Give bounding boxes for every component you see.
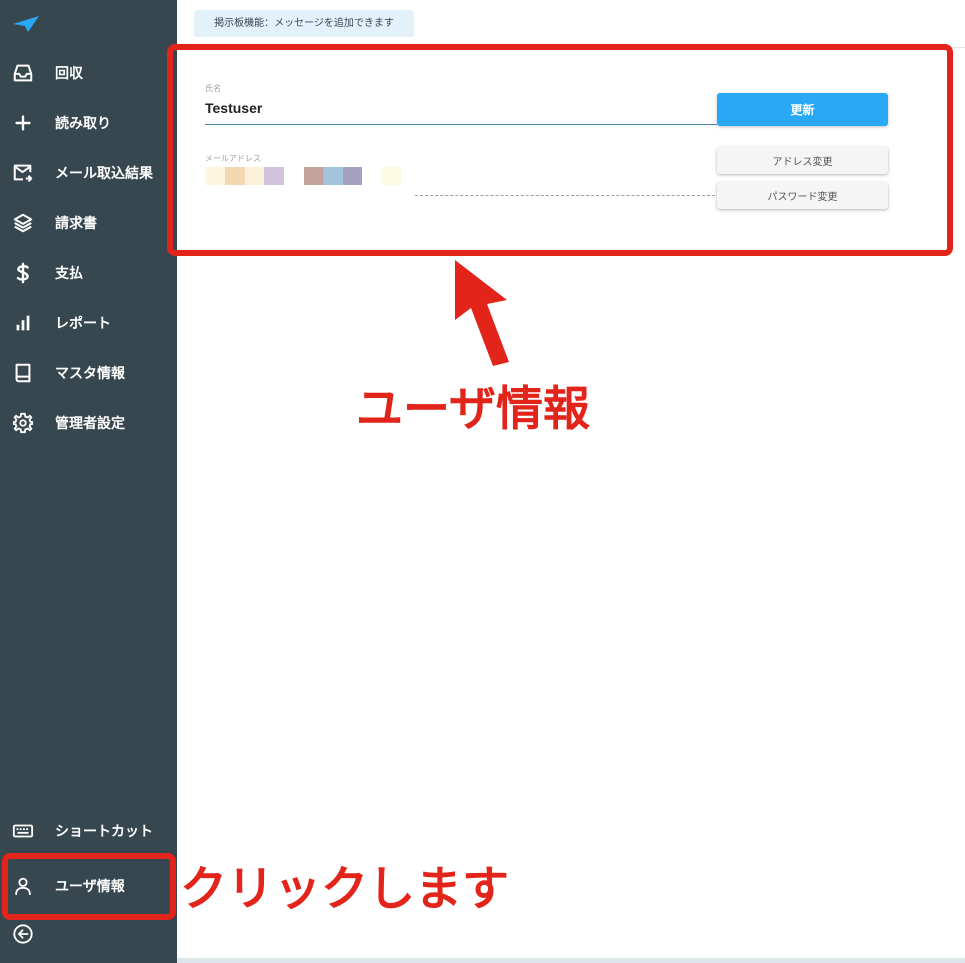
sidebar-item-label: マスタ情報: [55, 366, 125, 382]
plus-icon: [12, 112, 34, 134]
user-info-menu-highlight-box: [2, 853, 176, 920]
arrow-left-circle-icon[interactable]: [12, 923, 34, 945]
user-info-highlight-box: [167, 44, 953, 256]
book-icon: [12, 362, 34, 384]
logo-icon[interactable]: [12, 14, 40, 34]
dollar-icon: [12, 262, 34, 284]
bar-chart-icon: [12, 312, 34, 334]
sidebar-item-report[interactable]: レポート: [0, 300, 177, 344]
annotation-arrow-icon: [455, 260, 509, 366]
sidebar-item-label: ショートカット: [55, 824, 153, 840]
sidebar-item-payment[interactable]: 支払: [0, 250, 177, 294]
sidebar-item-master[interactable]: マスタ情報: [0, 350, 177, 394]
sidebar-item-label: 請求書: [55, 216, 97, 232]
sidebar-item-collection[interactable]: 回収: [0, 50, 177, 94]
click-caption: クリックします: [180, 862, 509, 917]
sidebar-item-label: 管理者設定: [55, 416, 125, 432]
sidebar-item-label: レポート: [55, 316, 111, 332]
sidebar-item-read[interactable]: 読み取り: [0, 100, 177, 144]
gear-icon: [12, 412, 34, 434]
sidebar-item-label: メール取込結果: [55, 166, 153, 182]
user-info-caption: ユーザ情報: [356, 382, 591, 437]
sidebar-item-shortcut[interactable]: ショートカット: [0, 808, 177, 852]
keyboard-icon: [12, 820, 34, 842]
sidebar-item-label: 回収: [55, 66, 83, 82]
sidebar-item-admin[interactable]: 管理者設定: [0, 400, 177, 444]
sidebar-item-mail-import[interactable]: メール取込結果: [0, 150, 177, 194]
sidebar-item-invoice[interactable]: 請求書: [0, 200, 177, 244]
layers-icon: [12, 212, 34, 234]
inbox-icon: [12, 62, 34, 84]
bulletin-board-chip[interactable]: 掲示板機能：メッセージを追加できます: [194, 10, 414, 37]
sidebar-item-label: 読み取り: [55, 116, 111, 132]
sidebar-item-label: 支払: [55, 266, 83, 282]
mail-icon: [12, 162, 34, 184]
footer-bar: [177, 958, 965, 963]
sidebar: 回収 読み取り メール取込結果 請求書 支払 レポート マスタ情報 管理者設定 …: [0, 0, 177, 963]
